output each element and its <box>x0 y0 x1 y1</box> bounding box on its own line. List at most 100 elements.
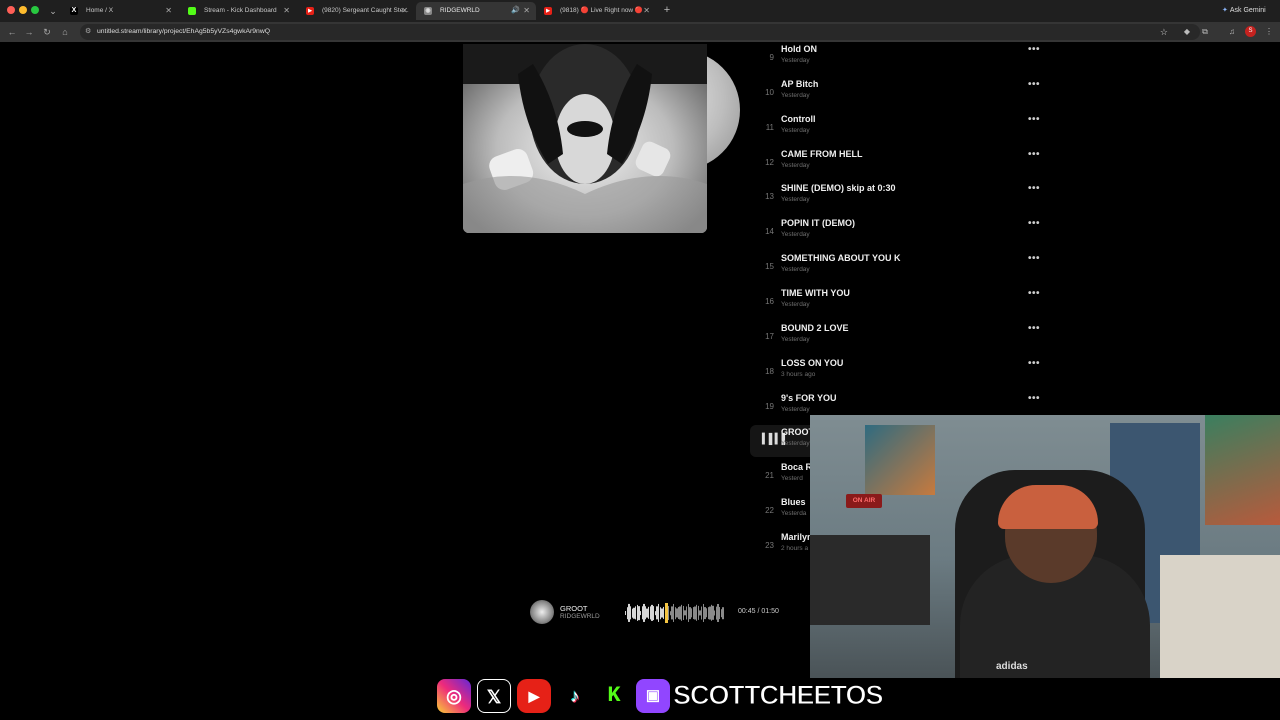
youtube-icon: ▶ <box>517 679 551 713</box>
waveform-bar <box>722 606 724 620</box>
more-options-icon[interactable]: ••• <box>1028 393 1040 404</box>
x-favicon-icon: X <box>70 7 78 15</box>
reload-icon[interactable]: ↻ <box>40 25 54 39</box>
browser-tab-bar: ⌄ X Home / X ✕ K Stream - Kick Dashboard… <box>0 0 1280 22</box>
tab-title: (9820) Sergeant Caught Ste... <box>322 7 409 14</box>
track-timestamp: 2 hours a <box>781 544 809 552</box>
track-number: 12 <box>765 157 774 167</box>
streamer-handle: SCOTTCHEETOS <box>673 680 885 711</box>
tab-youtube-live[interactable]: ▶ (9818) 🔴 Live Right now 🔴 ✕ <box>536 2 656 20</box>
shelf <box>810 535 930 625</box>
track-timestamp: Yesterday <box>781 405 810 413</box>
menu-kebab-icon[interactable]: ⋮ <box>1262 25 1276 39</box>
close-window-button[interactable] <box>7 6 15 14</box>
track-row[interactable]: 10 AP Bitch Yesterday ••• <box>750 77 1050 109</box>
tab-home-x[interactable]: X Home / X ✕ <box>62 2 178 20</box>
project-artwork <box>463 44 707 233</box>
track-number: 16 <box>765 296 774 306</box>
media-control-icon[interactable]: ♫ <box>1225 25 1239 39</box>
track-timestamp: Yesterday <box>781 196 810 204</box>
twitch-icon: ▣ <box>636 679 670 713</box>
track-timestamp: Yesterd <box>781 475 803 483</box>
close-tab-icon[interactable]: ✕ <box>401 2 408 20</box>
track-row[interactable]: 13 SHINE (DEMO) skip at 0:30 Yesterday ••• <box>750 181 1050 213</box>
track-title: POPIN IT (DEMO) <box>781 218 855 229</box>
close-tab-icon[interactable]: ✕ <box>283 2 290 20</box>
playback-time: 00:45 / 01:50 <box>738 608 779 615</box>
waveform-scrubber[interactable] <box>625 602 725 624</box>
puzzle-icon[interactable]: ⧉ <box>1198 25 1212 39</box>
speaker-icon[interactable]: 🔊 <box>511 2 520 20</box>
kick-favicon-icon: K <box>188 7 196 15</box>
bookmark-star-icon[interactable]: ☆ <box>1160 24 1168 40</box>
track-row[interactable]: 12 CAME FROM HELL Yesterday ••• <box>750 147 1050 179</box>
maximize-window-button[interactable] <box>31 6 39 14</box>
track-title: LOSS ON YOU <box>781 357 844 368</box>
address-bar[interactable]: ⚙ untitled.stream/library/project/EhAg5b… <box>80 24 1200 40</box>
back-arrow-icon[interactable]: ← <box>5 25 19 39</box>
track-row[interactable]: 17 BOUND 2 LOVE Yesterday ••• <box>750 321 1050 353</box>
url-text: untitled.stream/library/project/EhAg5b5y… <box>97 28 271 35</box>
social-handle-bar: ◎ 𝕏 ▶ ♪ K ▣ SCOTTCHEETOS <box>437 676 884 716</box>
artwork-image <box>463 44 707 233</box>
new-tab-button[interactable]: + <box>660 3 674 17</box>
track-title: TIME WITH YOU <box>781 287 850 298</box>
track-timestamp: Yesterday <box>781 440 810 448</box>
tab-youtube-video[interactable]: ▶ (9820) Sergeant Caught Ste... ✕ <box>298 2 414 20</box>
track-row[interactable]: 11 Controll Yesterday ••• <box>750 112 1050 144</box>
track-number: 9 <box>769 53 774 62</box>
forward-arrow-icon[interactable]: → <box>22 25 36 39</box>
track-number: 15 <box>765 262 774 272</box>
tab-title: (9818) 🔴 Live Right now 🔴 <box>560 7 644 14</box>
minimize-window-button[interactable] <box>19 6 27 14</box>
more-options-icon[interactable]: ••• <box>1028 323 1040 334</box>
track-title: BOUND 2 LOVE <box>781 322 849 333</box>
track-timestamp: Yesterday <box>781 126 810 134</box>
tab-search-icon[interactable]: ⌄ <box>46 4 60 18</box>
tab-ridgewrld[interactable]: ◉ RIDGEWRLD 🔊 ✕ <box>416 2 536 20</box>
tab-title: RIDGEWRLD <box>440 7 480 14</box>
bed <box>1160 555 1280 678</box>
track-timestamp: Yesterday <box>781 57 810 64</box>
close-tab-icon[interactable]: ✕ <box>165 2 172 20</box>
track-timestamp: Yesterday <box>781 266 810 274</box>
profile-avatar[interactable]: S <box>1245 26 1256 37</box>
track-title: CAME FROM HELL <box>781 148 863 159</box>
tab-kick-dashboard[interactable]: K Stream - Kick Dashboard ✕ <box>180 2 296 20</box>
youtube-favicon-icon: ▶ <box>544 7 552 15</box>
close-tab-icon[interactable]: ✕ <box>643 2 650 20</box>
more-options-icon[interactable]: ••• <box>1028 149 1040 160</box>
track-row[interactable]: 15 SOMETHING ABOUT YOU K Yesterday ••• <box>750 251 1050 283</box>
track-row[interactable]: 9 Hold ON Yesterday ••• <box>750 42 1050 74</box>
track-timestamp: Yesterday <box>781 231 810 239</box>
on-air-sign: ON AIR <box>846 494 882 508</box>
site-info-icon[interactable]: ⚙ <box>85 24 91 40</box>
close-tab-icon[interactable]: ✕ <box>523 2 530 20</box>
home-icon[interactable]: ⌂ <box>58 25 72 39</box>
track-title: AP Bitch <box>781 78 819 89</box>
track-timestamp: 3 hours ago <box>781 370 816 378</box>
track-row[interactable]: 16 TIME WITH YOU Yesterday ••• <box>750 286 1050 318</box>
track-title: Controll <box>781 113 816 124</box>
track-number: 13 <box>765 192 774 202</box>
track-number: 18 <box>765 366 774 376</box>
now-playing-thumbnail <box>530 600 554 624</box>
ask-gemini-button[interactable]: ✦ Ask Gemini <box>1222 4 1266 17</box>
more-options-icon[interactable]: ••• <box>1028 183 1040 194</box>
browser-toolbar: ← → ↻ ⌂ ⚙ untitled.stream/library/projec… <box>0 22 1280 42</box>
track-timestamp: Yesterda <box>781 510 807 518</box>
more-options-icon[interactable]: ••• <box>1028 218 1040 229</box>
more-options-icon[interactable]: ••• <box>1028 288 1040 299</box>
mini-player[interactable]: GROOT RIDGEWRLD 00:45 / 01:50 <box>528 596 810 630</box>
more-options-icon[interactable]: ••• <box>1028 358 1040 369</box>
more-options-icon[interactable]: ••• <box>1028 253 1040 264</box>
more-options-icon[interactable]: ••• <box>1028 114 1040 125</box>
track-title: Marilyn <box>781 531 813 542</box>
now-playing-artist: RIDGEWRLD <box>560 613 600 620</box>
track-row[interactable]: 14 POPIN IT (DEMO) Yesterday ••• <box>750 216 1050 248</box>
track-title: Hold ON <box>781 44 817 54</box>
extension-icon[interactable]: ◆ <box>1180 25 1194 39</box>
track-row[interactable]: 18 LOSS ON YOU 3 hours ago ••• <box>750 356 1050 388</box>
more-options-icon[interactable]: ••• <box>1028 79 1040 90</box>
more-options-icon[interactable]: ••• <box>1028 44 1040 55</box>
